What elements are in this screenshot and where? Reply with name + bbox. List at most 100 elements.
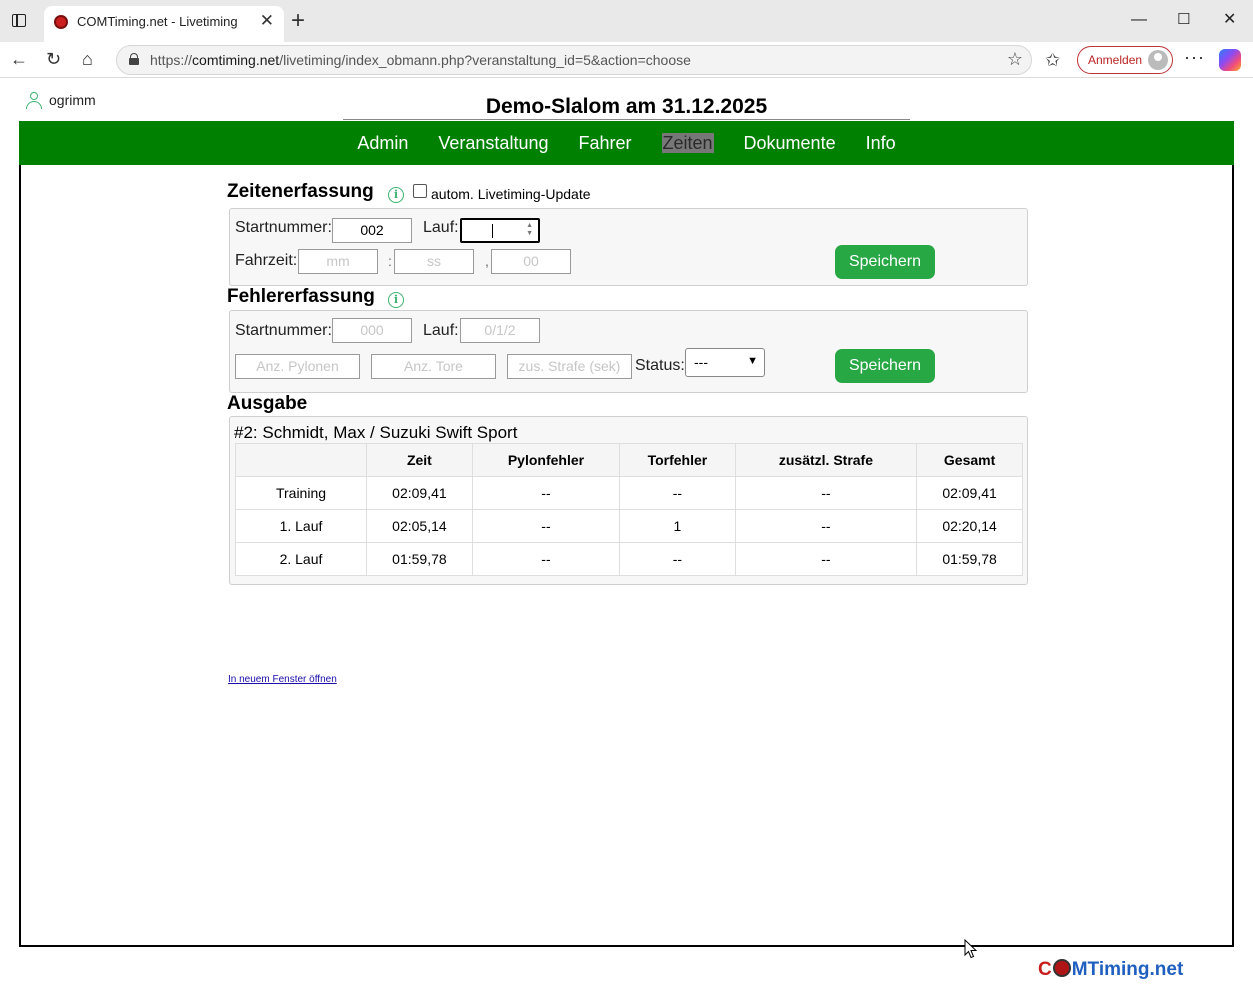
profile-avatar-icon: [1148, 50, 1168, 70]
browser-tab-bar: COMTiming.net - Livetiming ✕ + — ☐ ✕: [0, 0, 1253, 42]
table-cell: --: [619, 542, 736, 576]
back-arrow-icon[interactable]: ←: [10, 48, 28, 70]
maximize-icon[interactable]: ☐: [1177, 8, 1190, 32]
table-row: 2. Lauf 01:59,78 -- -- -- 01:59,78: [235, 542, 1023, 576]
table-cell: --: [471, 476, 621, 510]
menu-item-dokumente[interactable]: Dokumente: [744, 121, 836, 165]
favorites-icon[interactable]: ✩: [1045, 50, 1060, 70]
seconds-input[interactable]: ss: [394, 249, 474, 274]
error-startnummer-input[interactable]: 000: [332, 318, 412, 343]
table-cell: --: [619, 476, 736, 510]
open-new-window-link[interactable]: In neuem Fenster öffnen: [228, 674, 337, 685]
error-entry-heading: Fehlererfassung: [227, 286, 375, 307]
lauf-label: Lauf:: [423, 219, 459, 236]
window-close-icon[interactable]: ✕: [1223, 8, 1236, 32]
spinner-arrows-icon[interactable]: ▲ ▼: [526, 222, 533, 238]
browser-toolbar: ← ↻ ⌂ https://comtiming.net/livetiming/i…: [0, 42, 1253, 78]
menu-item-zeiten[interactable]: Zeiten: [661, 121, 714, 165]
browser-tab[interactable]: COMTiming.net - Livetiming ✕: [44, 6, 284, 42]
menu-item-admin[interactable]: Admin: [357, 121, 408, 165]
table-row: 1. Lauf 02:05,14 -- 1 -- 02:20,14: [235, 509, 1023, 543]
column-header: zusätzl. Strafe: [734, 443, 918, 477]
logo-dot-icon: [1052, 959, 1071, 977]
new-tab-plus-icon[interactable]: +: [291, 8, 305, 34]
tore-input[interactable]: Anz. Tore: [371, 354, 496, 379]
hundredths-input[interactable]: 00: [491, 249, 571, 274]
table-cell: --: [471, 542, 621, 576]
auto-update-checkbox[interactable]: [413, 184, 427, 198]
table-row: Training 02:09,41 -- -- -- 02:09,41: [235, 476, 1023, 510]
startnummer-label: Startnummer:: [235, 322, 332, 339]
table-cell: --: [734, 542, 918, 576]
signin-button[interactable]: Anmelden: [1077, 46, 1173, 74]
status-select[interactable]: --- ▼: [685, 348, 765, 377]
more-icon[interactable]: ···: [1184, 47, 1205, 68]
chevron-down-icon: ▼: [747, 355, 758, 367]
column-header: Pylonfehler: [471, 443, 621, 477]
table-cell: 2. Lauf: [235, 542, 367, 576]
menu-item-info[interactable]: Info: [866, 121, 896, 165]
menu-item-fahrer[interactable]: Fahrer: [578, 121, 631, 165]
mouse-pointer-icon: [964, 939, 978, 959]
table-cell: 02:05,14: [366, 509, 473, 543]
reload-icon[interactable]: ↻: [46, 48, 61, 70]
address-bar[interactable]: https://comtiming.net/livetiming/index_o…: [116, 45, 1032, 75]
column-header: Gesamt: [916, 443, 1023, 477]
table-cell: 02:09,41: [916, 476, 1023, 510]
fahrzeit-label: Fahrzeit:: [235, 252, 298, 269]
tab-actions-icon[interactable]: [10, 12, 30, 30]
menu-item-veranstaltung[interactable]: Veranstaltung: [438, 121, 548, 165]
strafe-input[interactable]: zus. Strafe (sek): [507, 354, 632, 379]
comma-separator: ,: [485, 253, 489, 269]
column-header: [235, 443, 367, 477]
results-table: Zeit Pylonfehler Torfehler zusätzl. Stra…: [235, 443, 1023, 576]
table-cell: --: [734, 476, 918, 510]
error-lauf-input[interactable]: 0/1/2: [460, 318, 540, 343]
save-error-button[interactable]: Speichern: [835, 349, 935, 383]
close-tab-icon[interactable]: ✕: [260, 12, 274, 30]
brand-logo: C MTiming.net: [1038, 959, 1184, 980]
startnummer-input[interactable]: 002: [332, 218, 412, 243]
main-menu: Admin Veranstaltung Fahrer Zeiten Dokume…: [19, 121, 1234, 165]
startnummer-label: Startnummer:: [235, 219, 332, 236]
table-cell: Training: [235, 476, 367, 510]
column-header: Zeit: [366, 443, 473, 477]
column-header: Torfehler: [619, 443, 736, 477]
star-icon[interactable]: ☆: [1007, 49, 1023, 70]
title-divider: [343, 119, 910, 120]
auto-update-label: autom. Livetiming-Update: [431, 186, 591, 202]
time-entry-heading: Zeitenerfassung: [227, 181, 374, 202]
table-cell: 01:59,78: [916, 542, 1023, 576]
site-favicon-icon: [54, 15, 68, 29]
web-page: ogrimm Demo-Slalom am 31.12.2025 Admin V…: [0, 78, 1253, 997]
lauf-input[interactable]: ▲ ▼: [460, 218, 540, 243]
table-cell: 02:09,41: [366, 476, 473, 510]
page-title: Demo-Slalom am 31.12.2025: [485, 95, 768, 118]
minutes-input[interactable]: mm: [298, 249, 378, 274]
table-cell: --: [734, 509, 918, 543]
content-area: Zeitenerfassung i autom. Livetiming-Upda…: [19, 165, 1234, 947]
pylonen-input[interactable]: Anz. Pylonen: [235, 354, 360, 379]
driver-line: #2: Schmidt, Max / Suzuki Swift Sport: [234, 423, 518, 442]
time-entry-panel: Startnummer: 002 Lauf: ▲ ▼ Fahrzeit: mm :…: [229, 208, 1028, 286]
colon-separator: :: [388, 253, 392, 269]
copilot-icon[interactable]: [1219, 49, 1241, 71]
info-icon[interactable]: i: [388, 187, 404, 203]
table-cell: 1: [619, 509, 736, 543]
output-panel: #2: Schmidt, Max / Suzuki Swift Sport Ze…: [229, 416, 1028, 585]
output-heading: Ausgabe: [227, 393, 308, 414]
tab-title: COMTiming.net - Livetiming: [77, 14, 238, 29]
info-icon[interactable]: i: [388, 292, 404, 308]
lauf-label: Lauf:: [423, 322, 459, 339]
error-entry-panel: Startnummer: 000 Lauf: 0/1/2 Anz. Pylone…: [229, 310, 1028, 393]
table-cell: 1. Lauf: [235, 509, 367, 543]
minimize-icon[interactable]: —: [1131, 8, 1147, 32]
table-header-row: Zeit Pylonfehler Torfehler zusätzl. Stra…: [235, 443, 1023, 477]
table-cell: --: [471, 509, 621, 543]
table-cell: 01:59,78: [366, 542, 473, 576]
home-icon[interactable]: ⌂: [82, 48, 93, 70]
url-text[interactable]: https://comtiming.net/livetiming/index_o…: [150, 52, 691, 68]
save-time-button[interactable]: Speichern: [835, 245, 935, 279]
lock-icon[interactable]: [129, 53, 139, 65]
table-cell: 02:20,14: [916, 509, 1023, 543]
